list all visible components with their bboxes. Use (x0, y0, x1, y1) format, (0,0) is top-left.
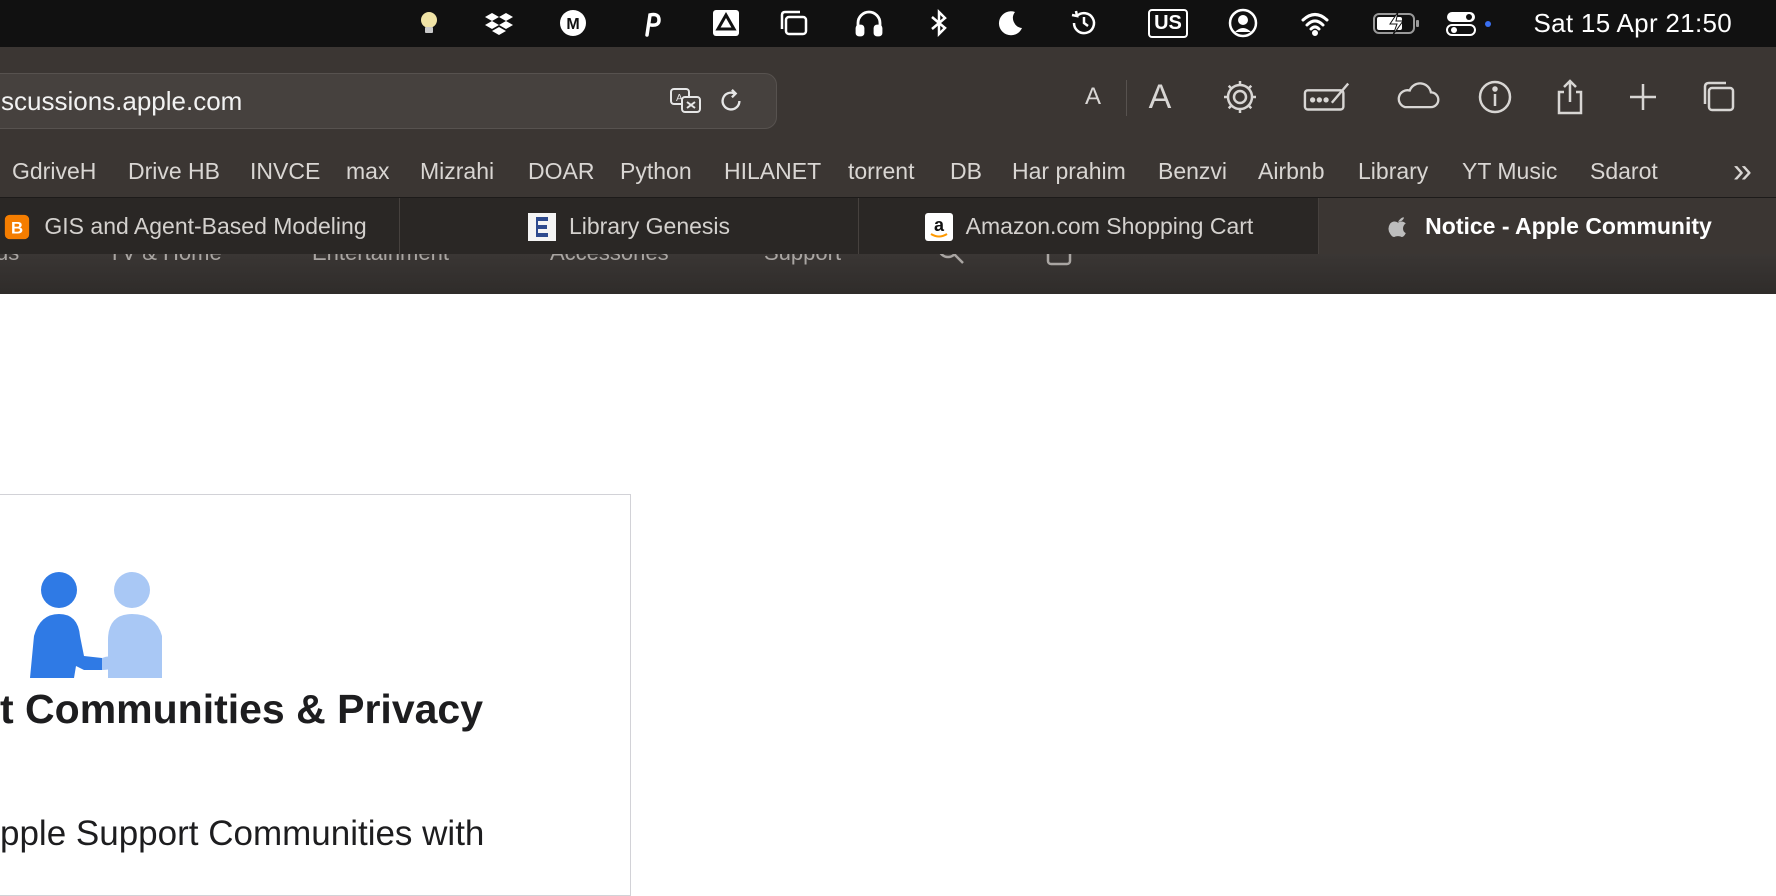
bookmark-item[interactable]: Mizrahi (420, 158, 494, 185)
macos-menu-bar: M US Sat 15 Apr 21:50 (0, 0, 1776, 47)
tab-title: Notice - Apple Community (1425, 213, 1712, 239)
bookmark-item[interactable]: Library (1358, 158, 1428, 185)
reload-icon[interactable] (714, 86, 748, 116)
nav-item[interactable]: Support (764, 254, 841, 266)
bookmark-item[interactable]: GdriveH (12, 158, 96, 185)
nav-item[interactable]: Accessories (550, 254, 669, 266)
amazon-icon: a (924, 212, 954, 242)
translate-icon[interactable]: A (669, 86, 703, 116)
nav-item[interactable]: Entertainment (312, 254, 449, 266)
blogger-icon: B (2, 212, 32, 242)
dropbox-icon[interactable] (482, 6, 516, 40)
bookmark-item[interactable]: HILANET (724, 158, 821, 185)
bookmark-item[interactable]: Sdarot (1590, 158, 1658, 185)
text-size-divider (1126, 80, 1127, 116)
keyboard-layout-label: US (1148, 8, 1188, 38)
battery-icon[interactable] (1370, 6, 1424, 40)
bag-icon[interactable] (1046, 254, 1072, 272)
tab-library-genesis[interactable]: Library Genesis (399, 198, 859, 255)
url-text[interactable]: scussions.apple.com (1, 86, 242, 117)
gear-icon[interactable] (1218, 75, 1262, 119)
address-bar[interactable]: scussions.apple.com A (0, 73, 777, 129)
keyboard-layout-icon[interactable]: US (1145, 6, 1191, 40)
bookmark-item[interactable]: Python (620, 158, 692, 185)
cloud-icon[interactable] (1392, 75, 1444, 119)
password-icon[interactable] (1302, 75, 1354, 119)
tab-title: Amazon.com Shopping Cart (965, 213, 1254, 239)
headphones-icon[interactable] (852, 6, 886, 40)
card-body-text: pple Support Communities with (0, 814, 485, 853)
library-genesis-icon (527, 212, 557, 242)
bookmark-item[interactable]: Benzvi (1158, 158, 1227, 185)
apple-global-nav: us TV & Home Entertainment Accessories S… (0, 254, 1776, 294)
text-larger-button[interactable]: A (1138, 75, 1182, 119)
text-smaller-button[interactable]: A (1071, 75, 1115, 119)
bookmark-item[interactable]: INVCE (250, 158, 320, 185)
svg-text:a: a (934, 215, 945, 235)
tab-apple-community[interactable]: Notice - Apple Community (1319, 198, 1776, 255)
bookmark-item[interactable]: YT Music (1462, 158, 1557, 185)
lightbulb-icon[interactable] (412, 6, 446, 40)
svg-text:A: A (676, 93, 683, 104)
p-icon[interactable] (635, 6, 669, 40)
browser-toolbar: scussions.apple.com A A A GdriveH Drive … (0, 47, 1776, 199)
apple-icon (1383, 212, 1413, 242)
m-icon[interactable]: M (556, 6, 590, 40)
bookmark-item[interactable]: Airbnb (1258, 158, 1324, 185)
bookmark-item[interactable]: Har prahim (1012, 158, 1126, 185)
people-handshake-icon (28, 570, 168, 680)
chevron-more-icon[interactable]: » (1733, 152, 1752, 191)
bookmark-item[interactable]: DOAR (528, 158, 594, 185)
bluetooth-icon[interactable] (922, 6, 956, 40)
control-center-icon[interactable] (1445, 6, 1495, 40)
bookmark-item[interactable]: Drive HB (128, 158, 220, 185)
wifi-icon[interactable] (1298, 6, 1332, 40)
search-icon[interactable] (936, 254, 966, 272)
bookmark-item[interactable]: torrent (848, 158, 914, 185)
windows-icon[interactable] (777, 6, 811, 40)
tab-title: GIS and Agent-Based Modeling (44, 213, 367, 239)
tab-title: Library Genesis (568, 213, 731, 239)
tab-overview-icon[interactable] (1697, 75, 1741, 119)
time-machine-icon[interactable] (1067, 6, 1101, 40)
bookmark-item[interactable]: max (346, 158, 389, 185)
menubar-clock[interactable]: Sat 15 Apr 21:50 (1533, 8, 1732, 39)
share-icon[interactable] (1548, 75, 1592, 119)
bookmark-item[interactable]: DB (950, 158, 982, 185)
drive-icon[interactable] (709, 6, 743, 40)
tab-bar: B GIS and Agent-Based Modeling Library G… (0, 197, 1776, 255)
tab-gis[interactable]: B GIS and Agent-Based Modeling (0, 198, 400, 255)
moon-icon[interactable] (993, 6, 1027, 40)
svg-text:M: M (566, 16, 579, 33)
user-icon[interactable] (1226, 6, 1260, 40)
new-tab-icon[interactable] (1621, 75, 1665, 119)
card-title: t Communities & Privacy (0, 686, 484, 732)
favorites-bar: GdriveH Drive HB INVCE max Mizrahi DOAR … (0, 150, 1776, 194)
svg-text:B: B (11, 218, 23, 237)
info-icon[interactable] (1473, 75, 1517, 119)
tab-amazon-cart[interactable]: a Amazon.com Shopping Cart (859, 198, 1319, 255)
nav-item[interactable]: us (0, 254, 19, 266)
nav-item[interactable]: TV & Home (108, 254, 222, 266)
